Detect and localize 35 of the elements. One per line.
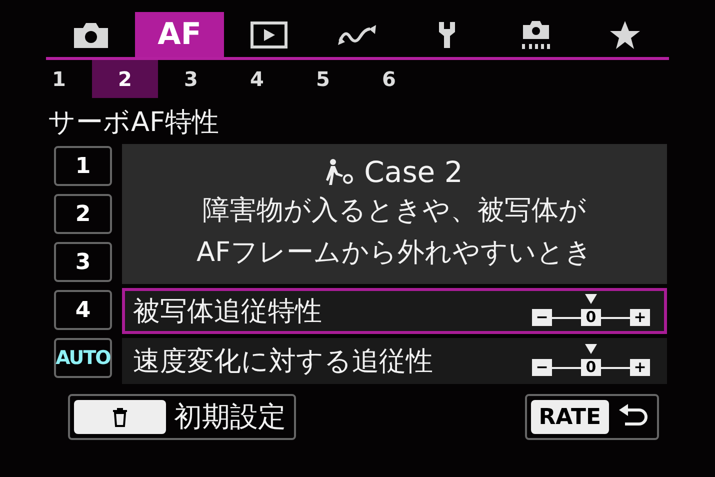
case-description: 障害物が入るときや、被写体が [202, 194, 586, 228]
tab-label: AF [158, 17, 202, 52]
scale-label: + [630, 359, 650, 376]
page-tab[interactable]: 5 [290, 60, 356, 98]
star-icon [608, 20, 640, 50]
rate-key: RATE [538, 404, 601, 430]
case-button[interactable]: 3 [54, 242, 112, 282]
scale-label: − [532, 359, 552, 376]
parameter-row[interactable]: 速度変化に対する追従性 − 0 + [122, 338, 667, 384]
page-tab[interactable]: 4 [224, 60, 290, 98]
case-button[interactable]: 1 [54, 146, 112, 186]
reset-button[interactable]: 初期設定 [68, 394, 296, 440]
parameter-row[interactable]: 被写体追従特性 − 0 + [122, 288, 667, 334]
scale-label: + [630, 309, 650, 326]
trash-icon [112, 407, 128, 427]
menu-tab[interactable]: AF [135, 12, 224, 57]
scale-label: 0 [581, 309, 601, 326]
case-button[interactable]: AUTO [54, 338, 112, 378]
rate-back-button[interactable]: RATE [524, 394, 659, 440]
case-name: Case 2 [364, 155, 463, 189]
play-icon [250, 20, 288, 48]
page-tab[interactable]: 1 [26, 60, 92, 98]
parameter-label: 被写体追従特性 [133, 295, 322, 329]
scale-label: 0 [581, 359, 601, 376]
case-button[interactable]: 2 [54, 194, 112, 234]
page-tab[interactable]: 6 [356, 60, 422, 98]
page-tab[interactable]: 2 [92, 60, 158, 98]
scale-label: − [532, 309, 552, 326]
case-button[interactable]: 4 [54, 290, 112, 330]
case-description: AFフレームから外れやすいとき [196, 236, 592, 270]
menu-title: サーボAF特性 [48, 106, 220, 140]
camera-icon [72, 20, 110, 48]
page-tab[interactable]: 3 [158, 60, 224, 98]
parameter-label: 速度変化に対する追従性 [133, 345, 433, 379]
tennis-player-icon [326, 158, 354, 186]
